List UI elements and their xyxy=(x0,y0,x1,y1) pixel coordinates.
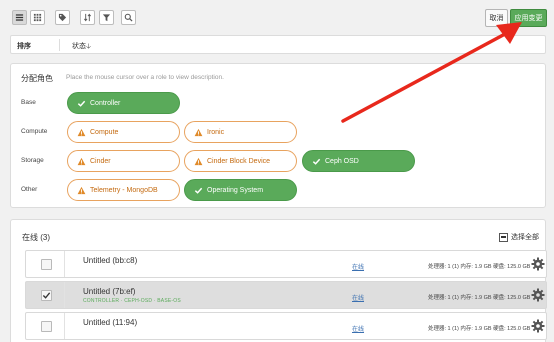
checkmark-icon xyxy=(42,292,51,299)
gear-icon[interactable] xyxy=(531,257,545,271)
assign-roles-panel: 分配角色 Place the mouse cursor over a role … xyxy=(10,63,546,208)
node-name: Untitled (11:94) xyxy=(83,318,138,327)
role-ceph-osd-label: Ceph OSD xyxy=(325,157,359,165)
role-ironic-label: Ironic xyxy=(207,128,225,136)
node-name: Untitled (7b:ef) xyxy=(83,287,136,296)
node-row[interactable]: Untitled (7b:ef) CONTROLLER · CEPH-OSD ·… xyxy=(25,281,547,309)
warning-icon xyxy=(194,157,203,166)
check-icon xyxy=(312,157,321,166)
role-cinder-block-device[interactable]: Cinder Block Device xyxy=(184,150,297,172)
check-icon xyxy=(77,99,86,108)
node-checkbox[interactable] xyxy=(41,321,52,332)
warning-icon xyxy=(77,186,86,195)
node-status-link[interactable]: 在线 xyxy=(352,262,364,271)
group-label-compute: Compute xyxy=(21,128,48,135)
toolbar: 取消 应用变更 xyxy=(0,0,554,34)
apply-changes-button[interactable]: 应用变更 xyxy=(510,9,547,27)
group-label-base: Base xyxy=(21,99,36,106)
node-status-link[interactable]: 在线 xyxy=(352,324,364,333)
online-nodes-title: 在线 (3) xyxy=(22,233,50,242)
role-cinder[interactable]: Cinder xyxy=(67,150,180,172)
group-label-storage: Storage xyxy=(21,157,44,164)
warning-icon xyxy=(77,157,86,166)
select-all-toggle[interactable]: 选择全部 xyxy=(499,232,539,242)
select-all-checkbox[interactable] xyxy=(499,232,508,242)
warning-icon xyxy=(77,128,86,137)
gear-icon[interactable] xyxy=(531,288,545,302)
search-button[interactable] xyxy=(121,10,136,25)
sort-label: 排序 xyxy=(17,43,31,50)
sort-by-status[interactable]: 状态🡣 xyxy=(72,41,91,53)
role-controller-label: Controller xyxy=(90,99,121,107)
search-icon xyxy=(124,13,133,22)
online-nodes-panel: 在线 (3) 选择全部 Untitled (bb:c8) 在线 处理器: 1 (… xyxy=(10,219,547,342)
node-specs: 处理器: 1 (1) 内存: 1.9 GB 硬盘: 125.0 GB xyxy=(428,326,531,332)
select-all-label: 选择全部 xyxy=(511,234,539,241)
tag-button[interactable] xyxy=(55,10,70,25)
role-telemetry-mongodb[interactable]: Telemetry - MongoDB xyxy=(67,179,180,201)
filter-icon xyxy=(102,14,111,22)
role-cinder-block-device-label: Cinder Block Device xyxy=(207,157,271,165)
sort-descending-icon: 🡣 xyxy=(86,43,92,50)
filter-button[interactable] xyxy=(99,10,114,25)
cancel-button[interactable]: 取消 xyxy=(485,9,508,27)
group-label-other: Other xyxy=(21,186,38,193)
node-row[interactable]: Untitled (11:94) 在线 处理器: 1 (1) 内存: 1.9 G… xyxy=(25,312,547,340)
role-operating-system[interactable]: Operating System xyxy=(184,179,297,201)
sort-status-label: 状态 xyxy=(72,43,86,50)
role-compute-label: Compute xyxy=(90,128,119,136)
row-divider xyxy=(64,251,65,277)
grid-view-button[interactable] xyxy=(30,10,45,25)
role-cinder-label: Cinder xyxy=(90,157,111,165)
list-view-icon xyxy=(15,14,24,21)
sort-bar: 排序 状态🡣 xyxy=(10,35,546,54)
sort-button[interactable] xyxy=(80,10,95,25)
node-specs: 处理器: 1 (1) 内存: 1.9 GB 硬盘: 125.0 GB xyxy=(428,295,531,301)
list-view-button[interactable] xyxy=(12,10,27,25)
node-checkbox[interactable] xyxy=(41,259,52,270)
role-operating-system-label: Operating System xyxy=(207,186,264,194)
role-compute[interactable]: Compute xyxy=(67,121,180,143)
role-ceph-osd[interactable]: Ceph OSD xyxy=(302,150,415,172)
row-divider xyxy=(64,282,65,308)
sort-icon xyxy=(83,13,92,22)
node-roles: CONTROLLER · CEPH-OSD · BASE-OS xyxy=(83,298,181,304)
tag-icon xyxy=(58,13,67,22)
warning-icon xyxy=(194,128,203,137)
assign-roles-hint: Place the mouse cursor over a role to vi… xyxy=(66,74,224,81)
assign-roles-title: 分配角色 xyxy=(21,74,53,83)
node-specs: 处理器: 1 (1) 内存: 1.9 GB 硬盘: 125.0 GB xyxy=(428,264,531,270)
role-controller[interactable]: Controller xyxy=(67,92,180,114)
role-ironic[interactable]: Ironic xyxy=(184,121,297,143)
node-checkbox[interactable] xyxy=(41,290,52,301)
gear-icon[interactable] xyxy=(531,319,545,333)
grid-view-icon xyxy=(33,13,42,22)
node-row[interactable]: Untitled (bb:c8) 在线 处理器: 1 (1) 内存: 1.9 G… xyxy=(25,250,547,278)
node-name: Untitled (bb:c8) xyxy=(83,256,138,265)
role-telemetry-mongodb-label: Telemetry - MongoDB xyxy=(90,186,158,194)
check-icon xyxy=(194,186,203,195)
sort-divider xyxy=(59,39,60,51)
node-status-link[interactable]: 在线 xyxy=(352,293,364,302)
row-divider xyxy=(64,313,65,339)
